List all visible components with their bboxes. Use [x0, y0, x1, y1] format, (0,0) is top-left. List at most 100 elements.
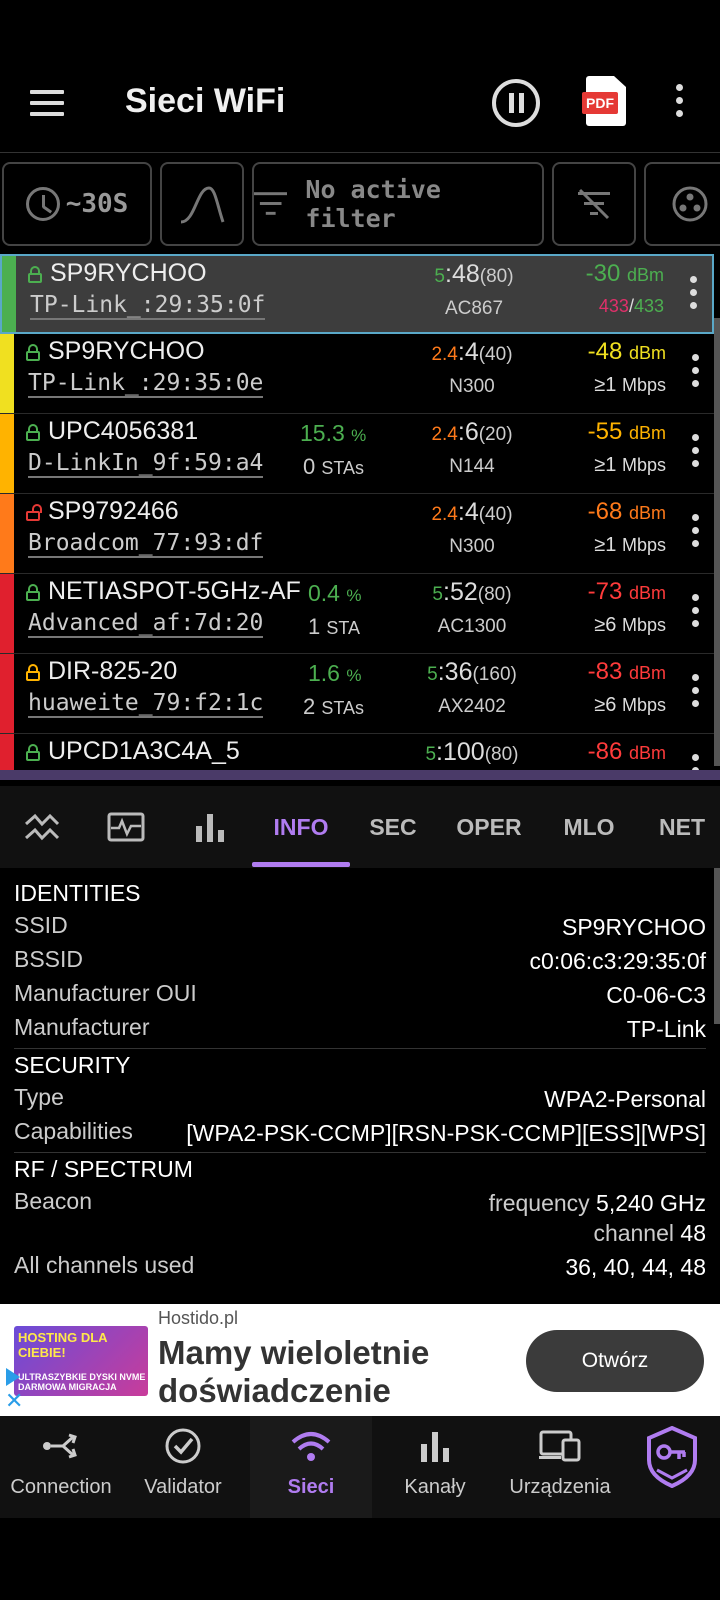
pct-unit: % [346, 666, 362, 685]
nav-label: Urządzenia [509, 1476, 611, 1498]
wifi-standard: N300 [449, 376, 495, 397]
bandwidth: (80) [479, 266, 514, 287]
ad-image[interactable]: HOSTING DLA CIEBIE! ULTRASZYBKIE DYSKI N… [14, 1326, 148, 1396]
ad-headline[interactable]: Mamy wieloletnie doświadczenie [158, 1334, 488, 1410]
network-row[interactable]: UPCD1A3C4A_5 5:100(80) -86 dBm [0, 734, 714, 770]
row-more-icon[interactable] [692, 754, 700, 770]
signal-graph-icon [25, 813, 59, 841]
ad-close-icon[interactable]: ✕ [5, 1388, 23, 1414]
scan-interval-chip[interactable]: ~30S [2, 162, 152, 246]
type-label: Type [14, 1084, 64, 1110]
channel: :6 [457, 418, 479, 446]
group-chip[interactable] [644, 162, 720, 246]
monitor-heartbeat-icon [107, 812, 145, 842]
filter-chip[interactable]: No active filter [252, 162, 544, 246]
network-list[interactable]: SP9RYCHOO TP-Link_:29:35:0f 5:48(80) AC8… [0, 254, 714, 770]
pdf-badge[interactable]: PDF [582, 92, 618, 114]
capabilities-label: Capabilities [14, 1118, 133, 1144]
manufacturer-value: TP-Link [626, 1016, 706, 1042]
rate-unit: Mbps [621, 615, 666, 635]
tab-chart[interactable] [182, 786, 238, 868]
network-row[interactable]: DIR-825-20 huaweite_79:f2:1c 1.6 % 2 STA… [0, 654, 714, 734]
network-row[interactable]: UPC4056381 D-LinkIn_9f:59:a4 15.3 % 0 ST… [0, 414, 714, 494]
network-row[interactable]: SP9RYCHOO TP-Link_:29:35:0e 2.4:4(40) N3… [0, 334, 714, 414]
details-scrollbar[interactable] [714, 868, 720, 1024]
curve-icon [180, 186, 225, 224]
nav-kanaly[interactable]: Kanały [374, 1416, 496, 1518]
ad-open-button[interactable]: Otwórz [526, 1330, 704, 1392]
channel: :48 [445, 260, 480, 288]
details-panel[interactable]: IDENTITIES SSID SP9RYCHOO BSSID c0:06:c3… [0, 868, 712, 1304]
row-more-icon[interactable] [692, 514, 700, 553]
devices-icon [498, 1416, 622, 1476]
row-more-icon[interactable] [690, 276, 698, 315]
dbm-value: -73 [587, 578, 623, 605]
oui-value: C0-06-C3 [606, 982, 706, 1008]
dbm-value: -48 [587, 338, 623, 365]
bandwidth: (80) [484, 744, 519, 765]
nav-validator[interactable]: Validator [122, 1416, 244, 1518]
panel-drag-handle[interactable] [0, 770, 720, 780]
nav-label: Sieci [287, 1476, 335, 1498]
clear-filter-chip[interactable] [552, 162, 636, 246]
bssid-vendor: D-LinkIn_9f:59:a4 [28, 450, 264, 478]
network-row[interactable]: SP9RYCHOO TP-Link_:29:35:0f 5:48(80) AC8… [0, 254, 714, 334]
section-identities: IDENTITIES [14, 880, 141, 906]
channel-info: 2.4:6(20) [400, 418, 544, 447]
bandwidth: (40) [478, 344, 513, 365]
band: 2.4 [431, 504, 458, 525]
ssid: SP9RYCHOO [50, 259, 207, 287]
ad-banner[interactable]: HOSTING DLA CIEBIE! ULTRASZYBKIE DYSKI N… [0, 1304, 720, 1416]
wifi-standard: AX2402 [438, 696, 506, 717]
row-more-icon[interactable] [692, 354, 700, 393]
row-more-icon[interactable] [692, 674, 700, 713]
wifi-icon [250, 1416, 372, 1476]
ssid: NETIASPOT-5GHz-AF [48, 577, 301, 605]
all-channels-label: All channels used [14, 1252, 195, 1278]
tab-indicator [252, 862, 350, 867]
band: 2.4 [431, 424, 458, 445]
pct-value: 1.6 [308, 660, 340, 686]
oui-label: Manufacturer OUI [14, 980, 197, 1006]
tab-mlo[interactable]: MLO [550, 786, 628, 868]
ad-image-title: HOSTING DLA CIEBIE! [18, 1330, 108, 1360]
check-circle-icon [122, 1416, 244, 1476]
signal-strip [0, 734, 14, 770]
manufacturer-label: Manufacturer [14, 1014, 150, 1040]
channel-info: 5:100(80) [400, 738, 544, 767]
stas-unit: STAs [321, 458, 365, 478]
ssid: SP9RYCHOO [48, 337, 205, 365]
stas-value: 1 [308, 614, 321, 639]
pct-unit: % [346, 586, 362, 605]
ad-choices-icon[interactable] [6, 1368, 20, 1386]
nav-premium[interactable] [624, 1416, 720, 1518]
bandwidth: (20) [478, 424, 513, 445]
tab-monitor[interactable] [98, 786, 154, 868]
tab-oper[interactable]: OPER [446, 786, 532, 868]
bssid-vendor: Advanced_af:7d:20 [28, 610, 264, 638]
list-scrollbar[interactable] [714, 318, 720, 766]
tab-graph[interactable] [14, 786, 70, 868]
bandwidth: (40) [478, 504, 513, 525]
nav-connection[interactable]: Connection [0, 1416, 122, 1518]
tab-sec[interactable]: SEC [358, 786, 428, 868]
row-more-icon[interactable] [692, 594, 700, 633]
network-row[interactable]: NETIASPOT-5GHz-AF Advanced_af:7d:20 0.4 … [0, 574, 714, 654]
graph-chip[interactable] [160, 162, 244, 246]
lock-icon [26, 584, 40, 601]
more-vert-icon[interactable] [676, 84, 684, 120]
station-count: 0 STAs [303, 454, 364, 480]
menu-icon[interactable] [30, 90, 64, 116]
pause-icon[interactable] [492, 79, 540, 127]
wifi-standard: AC867 [444, 298, 504, 319]
nav-sieci[interactable]: Sieci [250, 1416, 372, 1518]
pct-unit: % [351, 426, 367, 445]
network-row[interactable]: SP9792466 Broadcom_77:93:df 2.4:4(40) N3… [0, 494, 714, 574]
tab-info[interactable]: INFO [252, 786, 350, 868]
signal-dbm: -55 dBm [587, 418, 666, 445]
nav-urzadzenia[interactable]: Urządzenia [498, 1416, 622, 1518]
tab-net[interactable]: NET [646, 786, 718, 868]
signal-dbm: -73 dBm [587, 578, 666, 605]
station-count: 2 STAs [303, 694, 364, 720]
row-more-icon[interactable] [692, 434, 700, 473]
